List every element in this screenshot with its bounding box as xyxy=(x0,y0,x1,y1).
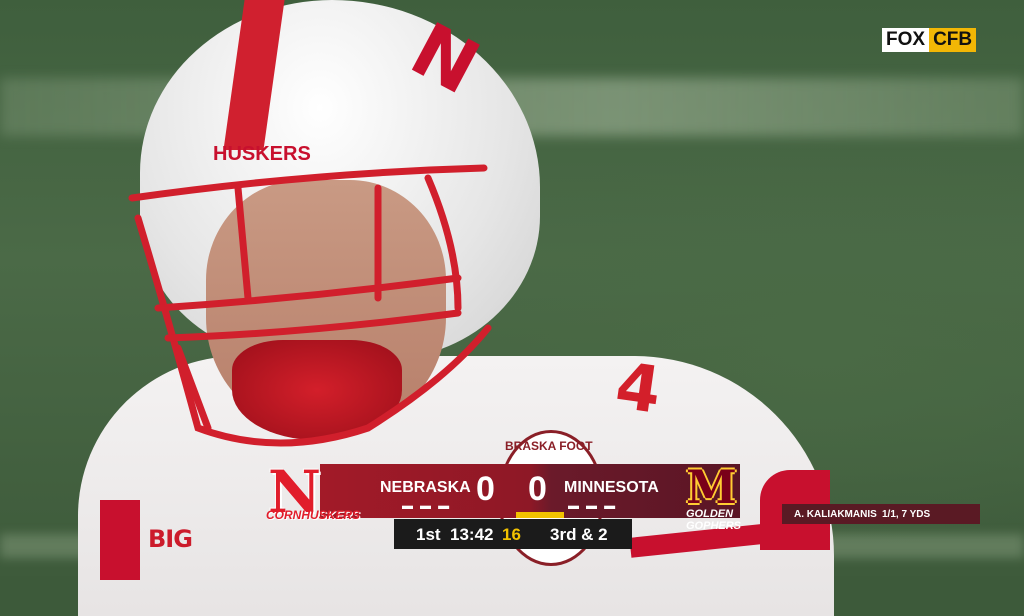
fox-logo: FOX xyxy=(882,28,930,52)
cornhuskers-wordmark: CORNHUSKERS xyxy=(266,508,361,522)
minnesota-logo: M GOLDEN GOPHERS xyxy=(680,460,760,536)
stat-line: 1/1, 7 YDS xyxy=(882,509,931,520)
fox-cfb-bug: FOX CFB xyxy=(882,28,977,52)
away-team-name: MINNESOTA xyxy=(564,479,659,496)
away-timeouts: ▬ ▬ ▬ xyxy=(568,500,618,512)
big-ten-logo: BIG xyxy=(148,525,193,553)
player-stat-ticker: A. KALIAKMANIS 1/1, 7 YDS xyxy=(782,504,980,524)
away-score: 0 xyxy=(528,470,547,508)
possession-indicator xyxy=(516,512,564,518)
down-and-distance: 3rd & 2 xyxy=(550,525,608,544)
nebraska-logo: N CORNHUSKERS xyxy=(264,458,364,542)
scorebug: N CORNHUSKERS NEBRASKA ▬ ▬ ▬ 0 0 MINNESO… xyxy=(264,458,762,532)
cfb-logo: CFB xyxy=(929,28,977,52)
golden-gophers-wordmark: GOLDEN GOPHERS xyxy=(686,508,742,532)
minnesota-m-logo: M xyxy=(686,460,737,514)
game-status-bar: 1st 13:42 16 3rd & 2 xyxy=(394,519,632,549)
game-clock: 13:42 xyxy=(450,525,494,544)
home-team-name: NEBRASKA xyxy=(380,479,471,496)
quarter: 1st xyxy=(416,525,441,544)
jersey-sleeve-stripe xyxy=(100,500,140,580)
patch-text: BRASKA FOOT xyxy=(505,439,593,453)
facemask xyxy=(128,164,492,447)
play-clock: 16 xyxy=(502,525,521,544)
stat-player-name: A. KALIAKMANIS xyxy=(794,509,877,520)
home-score: 0 xyxy=(476,470,495,508)
home-timeouts: ▬ ▬ ▬ xyxy=(402,500,452,512)
